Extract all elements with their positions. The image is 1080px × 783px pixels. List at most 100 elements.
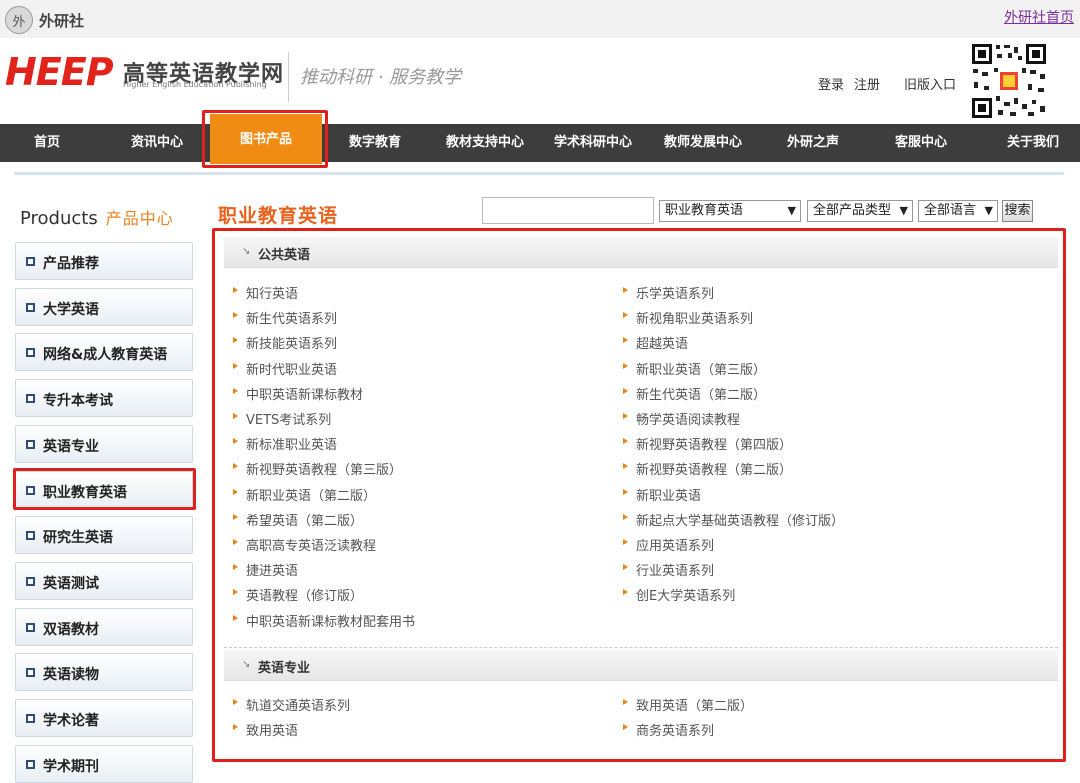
square-bullet-icon — [26, 440, 35, 449]
sidebar-title-en: Products — [20, 208, 98, 229]
nav-item-teacher-dev[interactable]: 教师发展中心 — [658, 124, 748, 162]
triangle-right-icon — [233, 723, 238, 730]
sidebar-item-readers[interactable]: 英语读物 — [15, 653, 193, 691]
product-link[interactable]: 新职业英语（第二版） — [233, 485, 376, 504]
login-link[interactable]: 登录 — [818, 78, 844, 93]
product-link[interactable]: 应用英语系列 — [623, 535, 714, 554]
site-header: HEEP 高等英语教学网 Higher English Education Pu… — [0, 38, 1080, 124]
sidebar-item-journals[interactable]: 学术期刊 — [15, 745, 193, 783]
product-link-label: 新时代职业英语 — [246, 362, 338, 378]
product-link-label: 新视野英语教程（第二版） — [636, 463, 793, 479]
sidebar-item-recommend[interactable]: 产品推荐 — [15, 242, 193, 280]
sidebar-item-label: 产品推荐 — [43, 256, 99, 272]
product-link[interactable]: 新职业英语（第三版） — [623, 359, 766, 378]
triangle-right-icon — [233, 463, 238, 470]
product-link[interactable]: 新视野英语教程（第四版） — [623, 434, 792, 453]
sidebar-item-label: 学术论著 — [43, 713, 99, 729]
triangle-right-icon — [623, 287, 628, 293]
product-link[interactable]: VETS考试系列 — [233, 409, 331, 428]
section-divider — [224, 647, 1058, 648]
product-link[interactable]: 中职英语新课标教材配套用书 — [233, 611, 415, 630]
product-link[interactable]: 新标准职业英语 — [233, 434, 337, 453]
category-select-value: 职业教育英语 — [665, 203, 744, 218]
product-link[interactable]: 创E大学英语系列 — [623, 585, 735, 604]
page-title: 职业教育英语 — [218, 205, 339, 227]
sidebar-item-upgrade-exam[interactable]: 专升本考试 — [15, 379, 193, 417]
register-link[interactable]: 注册 — [854, 78, 880, 93]
sidebar-item-online-adult[interactable]: 网络&成人教育英语 — [15, 333, 193, 371]
triangle-right-icon — [623, 413, 628, 419]
product-link[interactable]: 新生代英语（第二版） — [623, 384, 766, 403]
sidebar-item-college[interactable]: 大学英语 — [15, 288, 193, 326]
sidebar-item-label: 英语专业 — [43, 439, 99, 455]
product-link[interactable]: 超越英语 — [623, 333, 688, 352]
product-link[interactable]: 新视野英语教程（第三版） — [233, 459, 402, 478]
triangle-right-icon — [233, 387, 238, 394]
old-version-link[interactable]: 旧版入口 — [904, 78, 956, 93]
product-link-label: 新生代英语系列 — [246, 312, 338, 328]
triangle-right-icon — [623, 488, 628, 495]
product-link[interactable]: 捷进英语 — [233, 560, 298, 579]
triangle-right-icon — [623, 564, 628, 571]
section-title: 公共英语 — [258, 248, 311, 263]
section-title: 英语专业 — [258, 661, 311, 676]
sidebar-item-graduate[interactable]: 研究生英语 — [15, 516, 193, 554]
nav-item-research[interactable]: 学术科研中心 — [548, 124, 638, 162]
product-link-label: 高职高专英语泛读教程 — [246, 539, 377, 554]
triangle-right-icon — [623, 362, 628, 369]
search-input[interactable] — [482, 197, 654, 224]
nav-item-voice[interactable]: 外研之声 — [772, 124, 854, 162]
sidebar-item-label: 英语测试 — [43, 576, 99, 592]
product-link[interactable]: 新生代英语系列 — [233, 308, 337, 327]
header-divider — [288, 52, 289, 102]
product-link[interactable]: 新视角职业英语系列 — [623, 308, 753, 327]
language-select[interactable]: 全部语言 ▼ — [918, 200, 998, 222]
product-link[interactable]: 畅学英语阅读教程 — [623, 409, 740, 428]
product-type-select[interactable]: 全部产品类型 ▼ — [807, 200, 913, 222]
product-link[interactable]: 致用英语（第二版） — [623, 695, 753, 714]
nav-item-home[interactable]: 首页 — [6, 124, 88, 162]
product-link-label: 中职英语新课标教材配套用书 — [246, 614, 416, 630]
product-link[interactable]: 行业英语系列 — [623, 560, 714, 579]
fltrp-logo[interactable]: 外 外研社 — [5, 6, 84, 34]
fltrp-home-link[interactable]: 外研社首页 — [1004, 7, 1074, 27]
product-link[interactable]: 新视野英语教程（第二版） — [623, 459, 792, 478]
triangle-right-icon — [623, 513, 628, 520]
product-link[interactable]: 希望英语（第二版） — [233, 510, 363, 529]
product-link[interactable]: 致用英语 — [233, 720, 298, 739]
product-link[interactable]: 新技能英语系列 — [233, 333, 337, 352]
heep-logo[interactable]: HEEP — [5, 50, 114, 94]
sidebar-item-bilingual[interactable]: 双语教材 — [15, 608, 193, 646]
product-link[interactable]: 轨道交通英语系列 — [233, 695, 350, 714]
sidebar-item-monographs[interactable]: 学术论著 — [15, 699, 193, 737]
product-link-label: 新视角职业英语系列 — [636, 312, 754, 328]
product-link[interactable]: 商务英语系列 — [623, 720, 714, 739]
nav-item-textbook-support[interactable]: 教材支持中心 — [440, 124, 530, 162]
product-link[interactable]: 英语教程（修订版） — [233, 585, 363, 604]
sidebar-item-vocational[interactable]: 职业教育英语 — [15, 471, 193, 509]
nav-item-service[interactable]: 客服中心 — [880, 124, 962, 162]
product-link[interactable]: 乐学英语系列 — [623, 283, 714, 302]
sidebar-item-english-major[interactable]: 英语专业 — [15, 425, 193, 463]
nav-item-books[interactable]: 图书产品 — [210, 114, 322, 164]
product-link-label: 新职业英语（第二版） — [246, 488, 377, 504]
search-button[interactable]: 搜索 — [1002, 200, 1033, 222]
product-link-label: 新职业英语（第三版） — [636, 362, 767, 378]
product-link-label: 希望英语（第二版） — [246, 513, 364, 529]
product-link-label: 致用英语 — [246, 723, 299, 739]
nav-item-about[interactable]: 关于我们 — [992, 124, 1074, 162]
sidebar-item-testing[interactable]: 英语测试 — [15, 562, 193, 600]
category-select[interactable]: 职业教育英语 ▼ — [659, 200, 801, 222]
triangle-right-icon — [623, 539, 628, 545]
triangle-right-icon — [233, 413, 238, 419]
fltrp-logo-icon: 外 — [5, 6, 33, 34]
product-link[interactable]: 新起点大学基础英语教程（修订版） — [623, 510, 844, 529]
top-bar: 外 外研社 外研社首页 — [0, 0, 1080, 38]
product-link[interactable]: 新时代职业英语 — [233, 359, 337, 378]
product-link[interactable]: 中职英语新课标教材 — [233, 384, 363, 403]
product-link[interactable]: 高职高专英语泛读教程 — [233, 535, 376, 554]
product-link[interactable]: 知行英语 — [233, 283, 298, 302]
nav-item-news[interactable]: 资讯中心 — [116, 124, 198, 162]
product-link[interactable]: 新职业英语 — [623, 485, 701, 504]
nav-item-digital[interactable]: 数字教育 — [334, 124, 416, 162]
